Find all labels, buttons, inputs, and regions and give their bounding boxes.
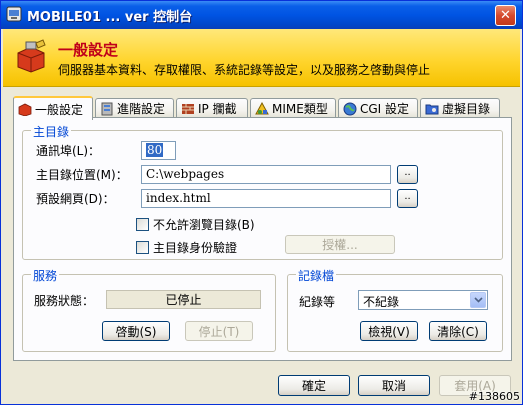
log-level-value: 不紀錄 bbox=[363, 295, 400, 309]
service-status-label: 服務狀態： bbox=[34, 294, 95, 308]
view-log-button[interactable]: 檢視(V) bbox=[360, 321, 418, 341]
cancel-button[interactable]: 取消 bbox=[358, 375, 430, 396]
chevron-down-icon[interactable] bbox=[470, 292, 486, 308]
page-title: 一般設定 bbox=[58, 41, 119, 59]
ok-button[interactable]: 確定 bbox=[278, 375, 350, 396]
checkbox-label: 主目錄身份驗證 bbox=[153, 241, 238, 255]
tab-label: IP 攔截 bbox=[198, 102, 237, 116]
header-banner: 一般設定 伺服器基本資料、存取權限、系統記錄等設定，以及服務之啓動與停止 bbox=[3, 29, 520, 87]
home-path-label: 主目錄位置(M)： bbox=[36, 168, 128, 182]
control-panel-window: MOBILE01 ... ver 控制台 ✕ 一般設定 伺服器基本資料、存取權限… bbox=[0, 0, 523, 405]
tab-ip-block[interactable]: IP 攔截 bbox=[176, 98, 248, 118]
checkbox-label: 不允許瀏覽目錄(B) bbox=[153, 218, 255, 232]
tab-virtual-directories[interactable]: 虛擬目錄 bbox=[420, 98, 500, 118]
app-icon bbox=[6, 6, 22, 22]
tab-label: MIME類型 bbox=[272, 102, 328, 116]
tab-cgi-settings[interactable]: CGI 設定 bbox=[338, 98, 418, 118]
watermark: #138605 bbox=[468, 390, 520, 403]
log-level-label: 紀錄等 bbox=[299, 295, 336, 309]
tab-panel-general: 主目錄 通訊埠(L)： 80 主目錄位置(M)： C:\webpages .. … bbox=[13, 117, 512, 361]
tab-label: 虛擬目錄 bbox=[442, 102, 491, 116]
toolbox-icon bbox=[18, 103, 32, 116]
default-page-field[interactable]: index.html bbox=[141, 189, 391, 208]
no-browse-checkbox[interactable]: 不允許瀏覽目錄(B) bbox=[136, 216, 255, 233]
group-label: 記錄檔 bbox=[296, 267, 337, 284]
group-label: 主目錄 bbox=[31, 123, 72, 140]
browse-default-page-button[interactable]: .. bbox=[397, 189, 418, 208]
port-value: 80 bbox=[146, 143, 164, 157]
browse-home-path-button[interactable]: .. bbox=[397, 165, 418, 184]
start-service-button[interactable]: 啓動(S) bbox=[102, 321, 170, 341]
port-field[interactable]: 80 bbox=[141, 141, 176, 160]
logging-group: 記錄檔 紀錄等 不紀錄 檢視(V) 清除(C) bbox=[287, 267, 503, 352]
service-status-field: 已停止 bbox=[106, 290, 261, 309]
page-description: 伺服器基本資料、存取權限、系統記錄等設定，以及服務之啓動與停止 bbox=[58, 63, 431, 77]
folder-icon bbox=[425, 104, 439, 114]
port-label: 通訊埠(L)： bbox=[36, 144, 101, 158]
title-bar[interactable]: MOBILE01 ... ver 控制台 ✕ bbox=[1, 1, 522, 29]
toolbox-icon bbox=[17, 39, 46, 73]
home-auth-checkbox[interactable]: 主目錄身份驗證 bbox=[136, 239, 237, 256]
window-title: MOBILE01 ... ver 控制台 bbox=[27, 10, 193, 25]
tab-label: 進階設定 bbox=[117, 102, 166, 116]
default-page-label: 預設網頁(D)： bbox=[36, 192, 115, 206]
server-icon bbox=[101, 102, 113, 115]
home-path-field[interactable]: C:\webpages bbox=[141, 165, 391, 184]
tab-general[interactable]: 一般設定 bbox=[13, 96, 93, 120]
group-label: 服務 bbox=[31, 267, 60, 284]
tab-advanced[interactable]: 進階設定 bbox=[95, 98, 174, 118]
main-directory-group: 主目錄 通訊埠(L)： 80 主目錄位置(M)： C:\webpages .. … bbox=[22, 123, 503, 260]
log-level-select[interactable]: 不紀錄 bbox=[358, 290, 488, 310]
close-button[interactable]: ✕ bbox=[495, 5, 516, 26]
checkbox-box[interactable] bbox=[136, 218, 149, 231]
mime-icon bbox=[255, 101, 269, 114]
tab-mime-types[interactable]: MIME類型 bbox=[250, 98, 336, 118]
globe-icon bbox=[343, 102, 357, 115]
firewall-icon bbox=[182, 103, 194, 114]
close-icon: ✕ bbox=[500, 8, 511, 23]
tab-label: CGI 設定 bbox=[360, 102, 410, 116]
clear-log-button[interactable]: 清除(C) bbox=[429, 321, 487, 341]
stop-service-button[interactable]: 停止(T) bbox=[185, 321, 253, 341]
checkbox-box[interactable] bbox=[136, 241, 149, 254]
service-group: 服務 服務狀態： 已停止 啓動(S) 停止(T) bbox=[22, 267, 276, 352]
authorize-button[interactable]: 授權... bbox=[285, 235, 395, 254]
tab-label: 一般設定 bbox=[35, 102, 84, 117]
